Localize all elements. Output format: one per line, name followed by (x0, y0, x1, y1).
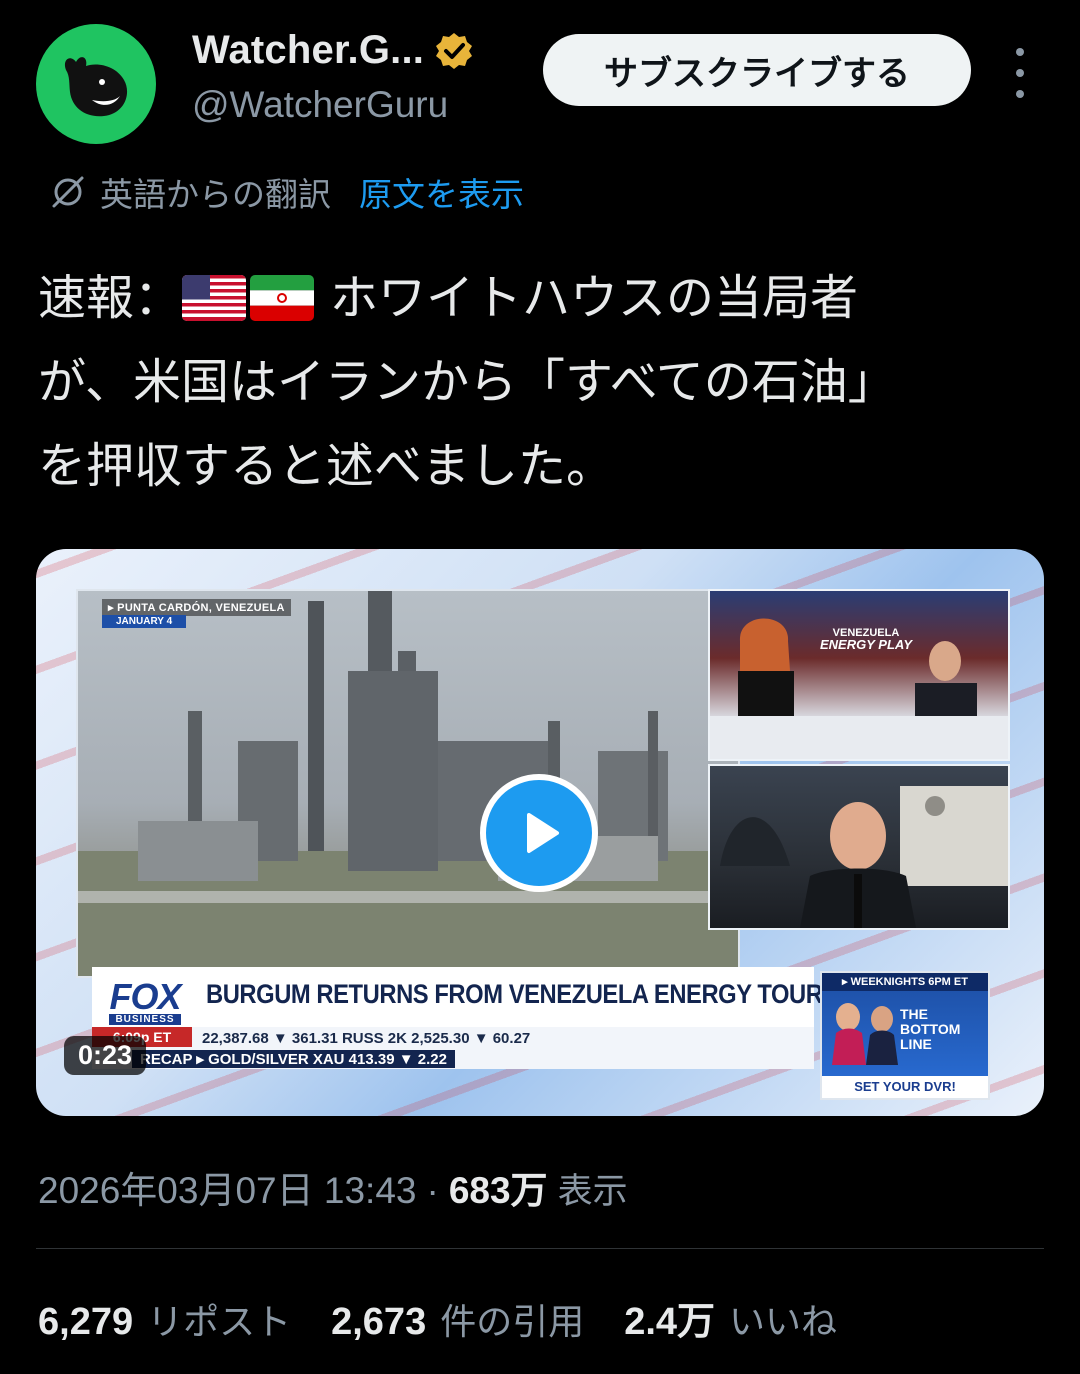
views-count: 683万 (448, 1170, 548, 1211)
reposts-stat[interactable]: 6,279 リポスト (38, 1293, 291, 1345)
author-name-row[interactable]: Watcher.G... (192, 28, 474, 73)
quotes-count: 2,673 (331, 1301, 427, 1343)
play-icon (527, 813, 559, 853)
tweet-detail: Watcher.G... @WatcherGuru サブスクライブする 英語から… (0, 0, 1080, 1374)
network-logo: FOX BUSINESS (94, 974, 196, 1030)
tweet-line-2: が、米国はイランから「すべての石油」 (38, 354, 896, 410)
likes-label: いいね (729, 1302, 838, 1343)
promo-schedule: ▸ WEEKNIGHTS 6PM ET (822, 973, 988, 991)
promo-hosts-silhouette (832, 1003, 898, 1065)
likes-stat[interactable]: 2.4万 いいね (624, 1290, 837, 1345)
reposts-count: 6,279 (38, 1301, 134, 1343)
tweet-line-1-text: ホワイトハウスの当局者 (330, 270, 859, 326)
promo-show-title: THE BOTTOM LINE (900, 1006, 961, 1052)
studio-anchors-shot: VENEZUELA ENERGY PLAY (708, 589, 1010, 761)
reporter-silhouette (720, 786, 1008, 928)
anchors-silhouette (710, 618, 1008, 759)
show-promo: ▸ WEEKNIGHTS 6PM ET THE BOTTOM LINE SET … (820, 971, 990, 1100)
tweet-line-1: 速報： ホワイトハウスの当局者 (38, 256, 1048, 340)
location-tag: ▸ PUNTA CARDÓN, VENEZUELA (102, 599, 291, 616)
more-options-icon[interactable] (1004, 48, 1036, 98)
iran-flag-icon (250, 275, 315, 321)
subscribe-button[interactable]: サブスクライブする (543, 34, 971, 106)
whale-logo-icon (64, 57, 128, 117)
white-house-reporter-shot (708, 764, 1010, 930)
network-logo-text: FOX (109, 975, 181, 1017)
reposts-label: リポスト (147, 1302, 292, 1343)
author-handle[interactable]: @WatcherGuru (192, 84, 448, 126)
segment-tag-title: ENERGY PLAY (820, 637, 912, 652)
tweet-meta: 2026年03月07日 13:43 · 683万 表示 (38, 1160, 628, 1214)
refinery-silhouette (78, 591, 738, 976)
verified-badge-icon (436, 32, 473, 69)
promo-dvr: SET YOUR DVR! (822, 1076, 988, 1098)
quotes-stat[interactable]: 2,673 件の引用 (331, 1293, 584, 1345)
show-original-link[interactable]: 原文を表示 (359, 168, 524, 216)
author-display-name[interactable]: Watcher.G... (192, 28, 424, 73)
us-flag-icon (182, 275, 247, 321)
ticker-line-2: RECAP ▸ GOLD/SILVER XAU 413.39 ▼ 2.22 (132, 1050, 455, 1068)
video-player[interactable]: ▸ PUNTA CARDÓN, VENEZUELA JANUARY 4 VENE… (36, 549, 1044, 1116)
refinery-shot: ▸ PUNTA CARDÓN, VENEZUELA JANUARY 4 (76, 589, 740, 978)
likes-count: 2.4万 (624, 1301, 716, 1343)
network-logo-sub: BUSINESS (109, 1013, 181, 1025)
translation-label: 英語からの翻訳 (100, 175, 331, 214)
tweet-text: 速報： ホワイトハウスの当局者 が、米国はイランから「すべての石油」 を押収する… (38, 256, 1048, 508)
divider (36, 1248, 1044, 1249)
news-headline: BURGUM RETURNS FROM VENEZUELA ENERGY TOU… (206, 979, 823, 1009)
ticker-line-1: 22,387.68 ▼ 361.31 RUSS 2K 2,525.30 ▼ 60… (202, 1030, 531, 1047)
translate-icon (52, 176, 84, 208)
translation-row: 英語からの翻訳 原文を表示 (48, 168, 524, 216)
tweet-timestamp[interactable]: 2026年03月07日 13:43 (38, 1160, 417, 1214)
stock-ticker: 6:09p ET 22,387.68 ▼ 361.31 RUSS 2K 2,52… (92, 1027, 814, 1069)
location-date: JANUARY 4 (102, 615, 187, 628)
video-duration: 0:23 (64, 1036, 147, 1075)
tweet-breaking-prefix: 速報： (38, 270, 183, 326)
tweet-line-3: を押収すると述べました。 (38, 438, 615, 494)
quotes-label: 件の引用 (440, 1302, 585, 1343)
segment-tag: VENEZUELA ENERGY PLAY (820, 627, 912, 651)
meta-separator: · (426, 1170, 439, 1211)
play-button[interactable] (480, 774, 598, 892)
avatar[interactable] (36, 24, 156, 144)
engagement-stats: 6,279 リポスト 2,673 件の引用 2.4万 いいね (38, 1290, 877, 1345)
views-label: 表示 (557, 1172, 628, 1212)
